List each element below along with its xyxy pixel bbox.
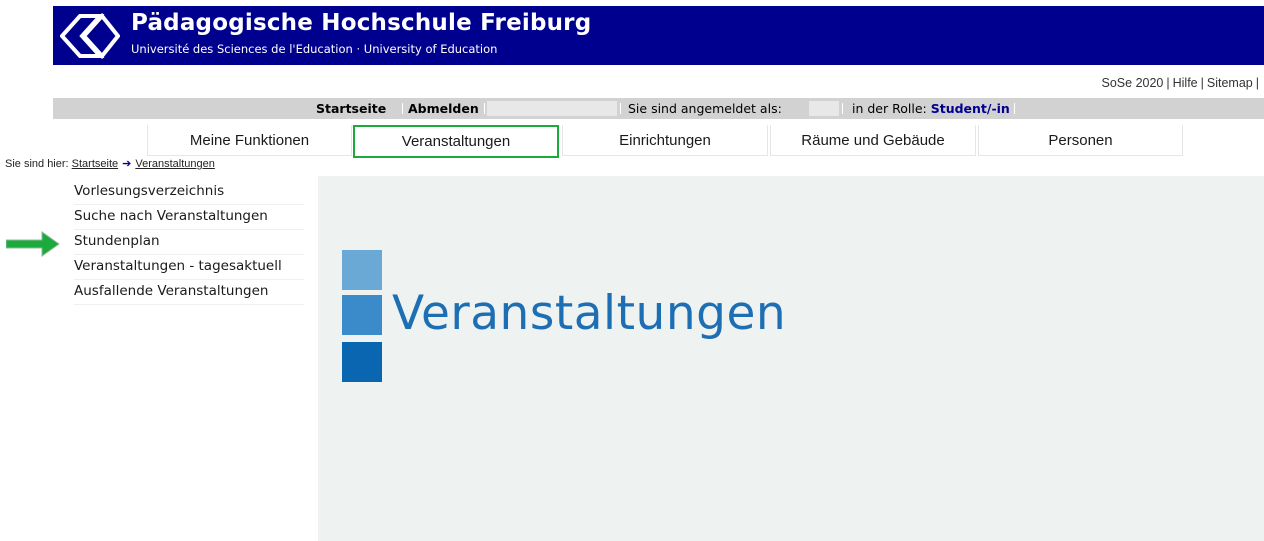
separator: | [1166,76,1170,90]
breadcrumb-home[interactable]: Startseite [72,158,118,170]
tab-raeume-und-gebaeude[interactable]: Räume und Gebäude [770,125,976,156]
sidebar-item-vorlesungsverzeichnis[interactable]: Vorlesungsverzeichnis [74,180,304,205]
user-redacted [809,101,839,116]
help-link[interactable]: Hilfe [1173,76,1198,90]
logout-link[interactable]: Abmelden [408,101,479,116]
role-text: in der Rolle: Student/-in [852,101,1010,116]
decor-square-dark [342,342,382,382]
divider [842,103,843,114]
top-links: SoSe 2020 | Hilfe | Sitemap | [1102,76,1262,90]
content-panel [318,176,1264,541]
breadcrumb-prefix: Sie sind hier: [5,158,69,170]
home-link[interactable]: Startseite [316,101,386,116]
sidebar-item-tagesaktuell[interactable]: Veranstaltungen - tagesaktuell [74,255,304,280]
divider [484,103,485,114]
username-redacted [487,101,617,116]
sidebar-item-suche[interactable]: Suche nach Veranstaltungen [74,205,304,230]
breadcrumb: Sie sind hier: Startseite ➔ Veranstaltunge… [5,157,215,170]
site-subtitle: Université des Sciences de l'Education ·… [131,42,498,56]
arrow-right-icon: ➔ [122,158,132,170]
site-title: Pädagogische Hochschule Freiburg [131,10,592,36]
highlight-arrow-icon [6,231,60,257]
breadcrumb-current[interactable]: Veranstaltungen [135,158,215,170]
tab-veranstaltungen[interactable]: Veranstaltungen [353,125,559,158]
divider [620,103,621,114]
sidebar-item-stundenplan[interactable]: Stundenplan [74,230,304,255]
semester-link[interactable]: SoSe 2020 [1102,76,1164,90]
separator: | [1255,76,1259,90]
tab-meine-funktionen[interactable]: Meine Funktionen [147,125,352,156]
sitemap-link[interactable]: Sitemap [1207,76,1253,90]
sidebar-menu: Vorlesungsverzeichnis Suche nach Veranst… [74,180,304,305]
page-title: Veranstaltungen [392,286,787,341]
separator: | [1200,76,1204,90]
tab-einrichtungen[interactable]: Einrichtungen [562,125,768,156]
decor-square-mid [342,295,382,335]
university-logo-icon[interactable] [60,12,120,60]
divider [402,103,403,114]
status-bar: Startseite Abmelden Sie sind angemeldet … [53,98,1264,119]
divider [1014,103,1015,114]
sidebar-item-ausfallende[interactable]: Ausfallende Veranstaltungen [74,280,304,305]
logged-in-label: Sie sind angemeldet als: [628,101,782,116]
tab-personen[interactable]: Personen [978,125,1183,156]
decor-square-light [342,250,382,290]
